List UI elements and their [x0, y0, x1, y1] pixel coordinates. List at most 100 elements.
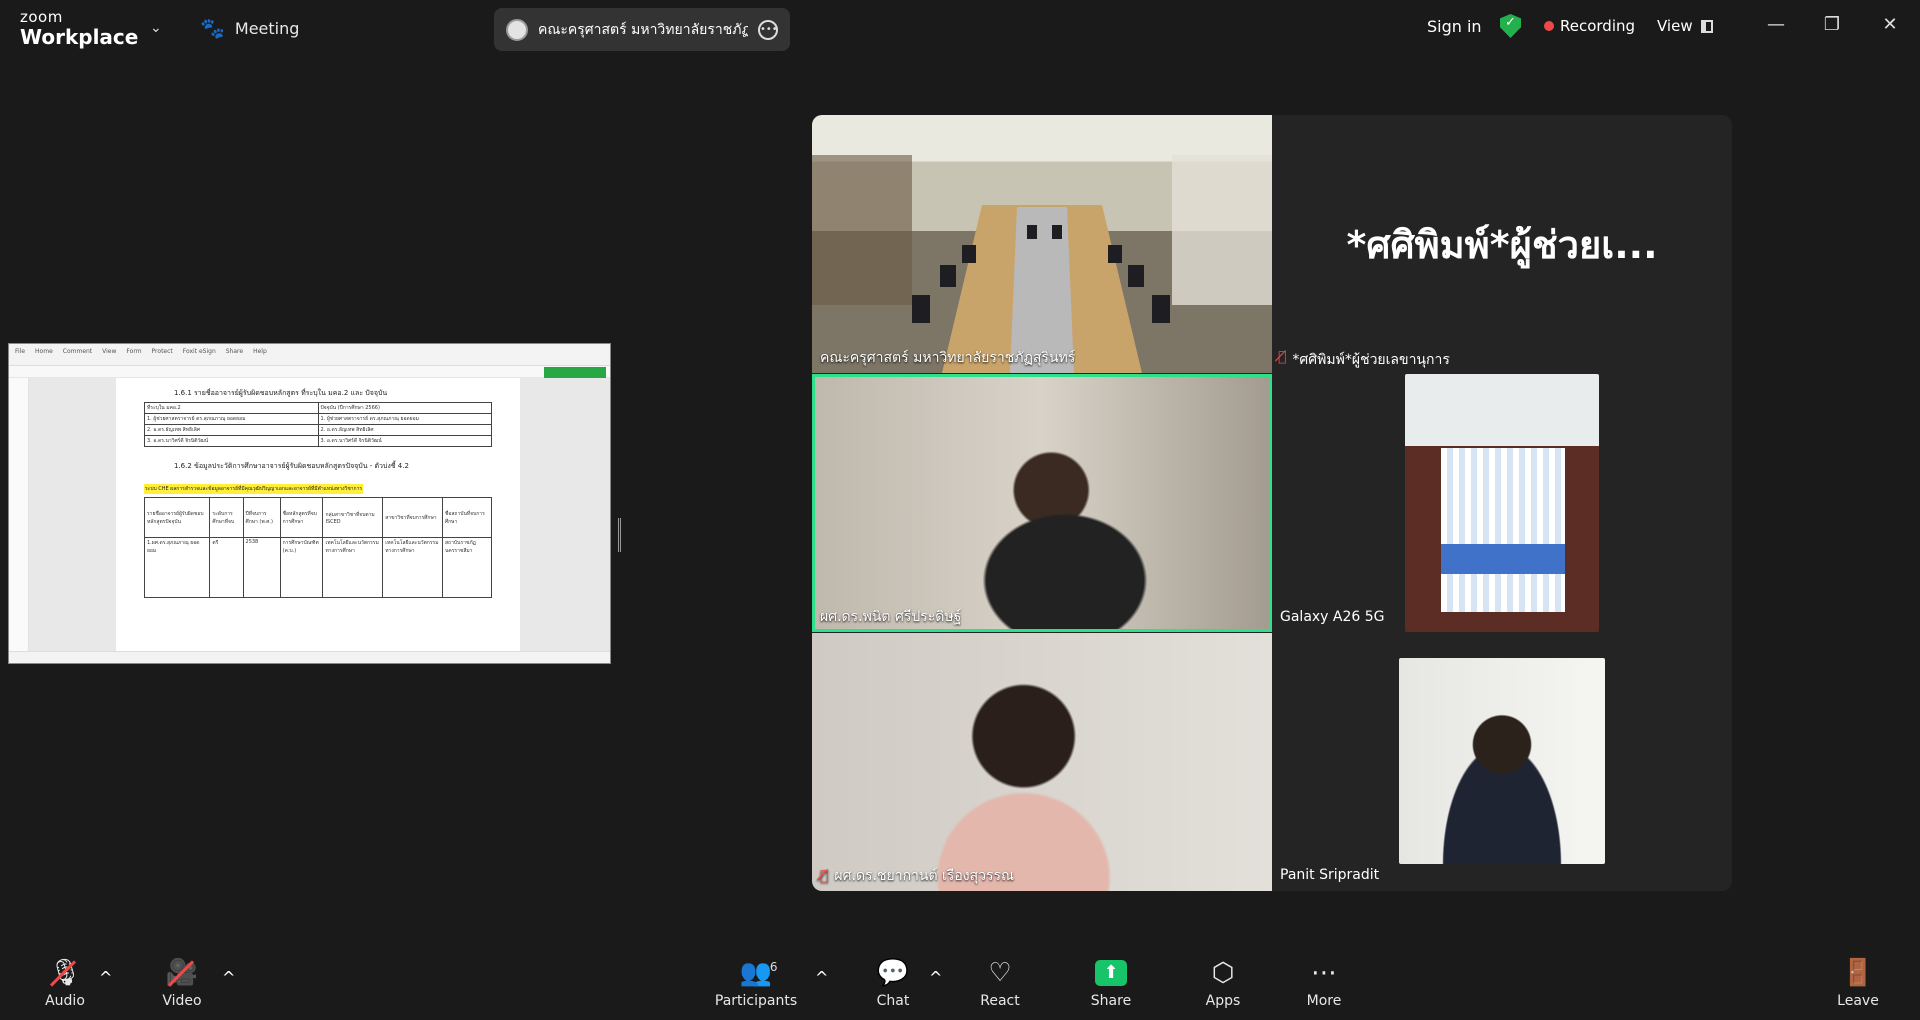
- more-options-icon[interactable]: •••: [758, 19, 778, 40]
- meeting-title-pill[interactable]: คณะครุศาสตร์ มหาวิทยาลัยราชภัฏสุริน •••: [494, 8, 790, 51]
- chat-options-chevron-icon[interactable]: ^: [929, 968, 942, 987]
- doc-heading-2: 1.6.2 ข้อมูลประวัติการศึกษาอาจารย์ผู้รับ…: [174, 462, 409, 470]
- table-header: กลุ่มสาขาวิชาที่จบตาม ISCED: [322, 497, 384, 538]
- table-cell: 1.ผศ.ดร.สุภณภาณุ ยอดยอม: [143, 537, 211, 598]
- table-header: ระดับการศึกษาที่จบ: [209, 497, 244, 538]
- view-button[interactable]: View: [1657, 17, 1713, 35]
- participant-name-text: คณะครุศาสตร์ มหาวิทยาลัยราชภัฏสุรินทร์: [820, 350, 1076, 366]
- participant-name-text: ผศ.ดร.พนิต ศรีประดิษฐ์: [820, 609, 962, 625]
- video-tile-chayakan[interactable]: 🎙̸ ผศ.ดร.ชยากานต์ เรืองสุวรรณ: [812, 633, 1272, 891]
- ribbon-protect: Protect: [151, 348, 173, 355]
- pdf-status-bar: [9, 651, 610, 663]
- video-tile-sasipim[interactable]: *ศศิพิมพ์*ผู้ช่วยเ...: [1272, 115, 1732, 373]
- participant-name-text: Galaxy A26 5G: [1280, 609, 1385, 625]
- participants-button[interactable]: 👥 6 Participants: [714, 956, 798, 1009]
- pdf-ribbon: File Home Comment View Form Protect Foxi…: [9, 344, 610, 366]
- table-header: สาขาวิชาที่จบการศึกษา: [382, 497, 443, 538]
- video-tile-active-speaker[interactable]: ผศ.ดร.พนิต ศรีประดิษฐ์: [812, 374, 1272, 632]
- participant-name: ผศ.ดร.พนิต ศรีประดิษฐ์: [820, 606, 961, 628]
- table-header: ปัจจุบัน (ปีการศึกษา 2566): [317, 402, 492, 414]
- meeting-title: คณะครุศาสตร์ มหาวิทยาลัยราชภัฏสุริน: [538, 21, 748, 38]
- meeting-avatar: [506, 18, 528, 41]
- ribbon-esign: Foxit eSign: [182, 348, 216, 355]
- table-cell: สถาบันราชภัฏนครราชสีมา: [441, 537, 493, 598]
- leave-label: Leave: [1837, 993, 1879, 1009]
- table-cell: เทคโนโลยีและนวัตกรรมทางการศึกษา: [382, 537, 443, 598]
- top-bar: zoom Workplace ⌄ 🐾 Meeting คณะครุศาสตร์ …: [0, 0, 1920, 56]
- sign-in-link[interactable]: Sign in: [1427, 17, 1482, 36]
- mic-muted-icon: 🎙̸: [820, 868, 829, 884]
- participants-options-chevron-icon[interactable]: ^: [815, 968, 828, 987]
- close-icon[interactable]: ✕: [1878, 14, 1902, 35]
- table-cell: 3. อ.ดร.นาวิศร์ดี จิรนิติวัฒน์: [317, 435, 492, 447]
- chat-button[interactable]: 💬 Chat: [851, 956, 935, 1009]
- doc-highlight: ระบบ CHE ผลการสำรวจและข้อมูลอาจารย์ที่มี…: [144, 484, 364, 494]
- panit-video-feed[interactable]: [1399, 658, 1605, 864]
- participant-name: 🎙̸ ผศ.ดร.ชยากานต์ เรืองสุวรรณ: [820, 865, 1014, 887]
- ribbon-share: Share: [225, 348, 244, 355]
- video-tile-classroom[interactable]: คณะครุศาสตร์ มหาวิทยาลัยราชภัฏสุรินทร์: [812, 115, 1272, 373]
- table-header: ปีที่จบการศึกษา (พ.ศ.): [242, 497, 281, 538]
- logo-workplace: Workplace: [20, 25, 139, 49]
- table-cell: 2. อ.ดร.ธัญเทพ สิทธิเลิศ: [144, 424, 319, 436]
- pdf-green-tab: [544, 367, 606, 378]
- more-icon: ⋯: [1311, 958, 1337, 988]
- video-gallery: คณะครุศาสตร์ มหาวิทยาลัยราชภัฏสุรินทร์ *…: [812, 115, 1732, 891]
- mic-muted-icon: 🎙̸: [1278, 349, 1287, 365]
- participants-label: Participants: [714, 993, 798, 1009]
- table-header: ชื่อหลักสูตรที่จบการศึกษา: [279, 497, 324, 538]
- meeting-menu-button[interactable]: 🐾 Meeting: [200, 16, 299, 40]
- zoom-window: zoom Workplace ⌄ 🐾 Meeting คณะครุศาสตร์ …: [0, 0, 1920, 1020]
- table-cell: 3. อ.ดร.นาวิศร์ดี จิรนิติวัฒน์: [144, 435, 319, 447]
- table-cell: ตรี: [209, 537, 244, 598]
- participants-icon: 👥 6: [740, 956, 778, 990]
- ribbon-home: Home: [35, 348, 53, 355]
- react-label: React: [980, 993, 1020, 1009]
- paw-icon: 🐾: [200, 16, 225, 40]
- video-options-chevron-icon[interactable]: ^: [222, 968, 235, 987]
- recording-label: Recording: [1560, 17, 1636, 35]
- participant-name: คณะครุศาสตร์ มหาวิทยาลัยราชภัฏสุรินทร์: [820, 347, 1075, 369]
- audio-button[interactable]: 🎙 Audio: [23, 956, 107, 1009]
- video-button[interactable]: 🎥 Video: [140, 956, 224, 1009]
- more-button[interactable]: ⋯ More: [1282, 956, 1366, 1009]
- zoom-logo: zoom Workplace: [20, 8, 139, 49]
- doc-heading-1: 1.6.1 รายชื่ออาจารย์ผู้รับผิดชอบหลักสูตร…: [174, 389, 388, 397]
- more-label: More: [1306, 993, 1342, 1009]
- shield-icon[interactable]: [1500, 14, 1521, 38]
- recording-indicator[interactable]: Recording: [1544, 17, 1635, 35]
- pdf-sidebar: [9, 378, 29, 651]
- table-cell: 2. อ.ดร.ธัญเทพ สิทธิเลิศ: [317, 424, 492, 436]
- video-label: Video: [162, 993, 202, 1009]
- curtain-stripe: [1441, 544, 1565, 574]
- participant-initial-name: *ศศิพิมพ์*ผู้ช่วยเ...: [1346, 222, 1658, 267]
- table-cell: เทคโนโลยีและนวัตกรรมทางการศึกษา: [322, 537, 384, 598]
- share-label: Share: [1090, 993, 1132, 1009]
- leave-button[interactable]: 🚪 Leave: [1816, 956, 1900, 1009]
- chat-icon: 💬: [876, 958, 910, 988]
- minimize-icon[interactable]: —: [1764, 14, 1788, 35]
- apps-button[interactable]: ⬡ Apps: [1181, 956, 1265, 1009]
- view-label: View: [1657, 17, 1693, 35]
- table-cell: 2538: [242, 537, 281, 598]
- ribbon-view: View: [102, 348, 117, 355]
- share-button[interactable]: ⬆ Share: [1069, 956, 1153, 1009]
- pdf-subribbon: [9, 366, 610, 378]
- share-screen-icon: ⬆: [1095, 960, 1127, 986]
- galaxy-video-feed[interactable]: [1405, 374, 1599, 632]
- shared-screen[interactable]: File Home Comment View Form Protect Foxi…: [8, 343, 611, 664]
- react-button[interactable]: ♡ React: [958, 956, 1042, 1009]
- audio-options-chevron-icon[interactable]: ^: [99, 968, 112, 987]
- logo-zoom: zoom: [20, 8, 63, 26]
- doc-table-1: ที่ระบุใน มคอ.2 ปัจจุบัน (ปีการศึกษา 256…: [144, 402, 492, 447]
- chevron-down-icon[interactable]: ⌄: [150, 20, 162, 36]
- resize-handle[interactable]: [618, 518, 621, 552]
- table-header: รายชื่ออาจารย์ผู้รับผิดชอบหลักสูตรปัจจุบ…: [143, 497, 211, 538]
- ribbon-help: Help: [253, 348, 267, 355]
- table-header: ที่ระบุใน มคอ.2: [144, 402, 319, 414]
- restore-icon[interactable]: ❐: [1820, 14, 1844, 35]
- participant-name: 🎙̸ *ศศิพิมพ์*ผู้ช่วยเลขานุการ: [1278, 349, 1450, 371]
- apps-label: Apps: [1205, 993, 1241, 1009]
- ribbon-comment: Comment: [62, 348, 93, 355]
- ribbon-form: Form: [126, 348, 142, 355]
